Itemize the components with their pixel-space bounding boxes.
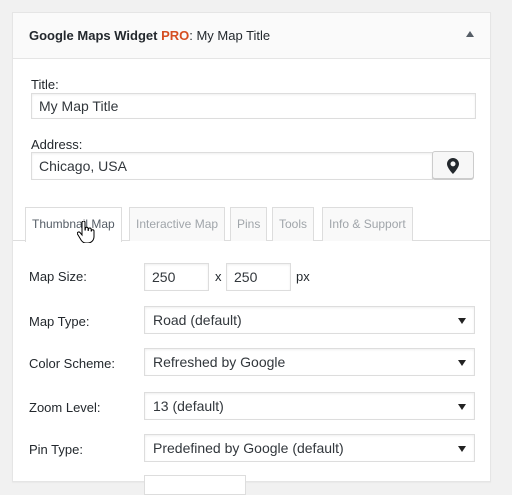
hand-cursor-icon [77,221,95,243]
map-height-input[interactable] [226,263,291,291]
tab-pins[interactable]: Pins [230,207,268,241]
map-size-label: Map Size: [29,269,87,284]
chevron-down-icon [458,318,466,324]
widget-title-map-name: : My Map Title [189,28,271,43]
pin-type-select[interactable]: Predefined by Google (default) [144,434,475,462]
size-unit: px [296,269,310,284]
address-label: Address: [31,137,83,152]
tab-info-support[interactable]: Info & Support [322,207,413,241]
color-scheme-value: Refreshed by Google [153,354,286,370]
title-input[interactable] [31,93,476,119]
color-scheme-label: Color Scheme: [29,356,115,371]
pin-type-label: Pin Type: [29,442,83,457]
chevron-down-icon [458,404,466,410]
map-type-label: Map Type: [29,314,90,329]
tab-tools[interactable]: Tools [272,207,315,241]
tab-interactive-map[interactable]: Interactive Map [129,207,226,241]
color-scheme-select[interactable]: Refreshed by Google [144,348,475,376]
title-label: Title: [31,77,59,92]
next-field-input[interactable] [144,475,246,495]
map-marker-icon [447,158,459,174]
triangle-up-icon[interactable] [466,31,474,37]
map-type-select[interactable]: Road (default) [144,306,475,334]
pin-type-value: Predefined by Google (default) [153,440,344,456]
address-input[interactable] [31,152,433,180]
map-type-value: Road (default) [153,312,242,328]
pick-address-button[interactable] [432,151,474,179]
tab-thumbnail-map[interactable]: Thumbnail Map [25,207,122,242]
google-maps-widget-panel: Google Maps Widget PRO: My Map Title Tit… [12,12,491,495]
zoom-level-select[interactable]: 13 (default) [144,392,475,420]
chevron-down-icon [458,360,466,366]
chevron-down-icon [458,446,466,452]
zoom-level-label: Zoom Level: [29,400,101,415]
size-separator: x [215,269,222,284]
widget-title: Google Maps Widget PRO: My Map Title [29,28,270,43]
widget-title-pro-badge: PRO [161,28,190,43]
map-width-input[interactable] [144,263,209,291]
widget-title-main: Google Maps Widget [29,28,162,43]
widget-header[interactable]: Google Maps Widget PRO: My Map Title [13,13,490,59]
zoom-level-value: 13 (default) [153,398,224,414]
